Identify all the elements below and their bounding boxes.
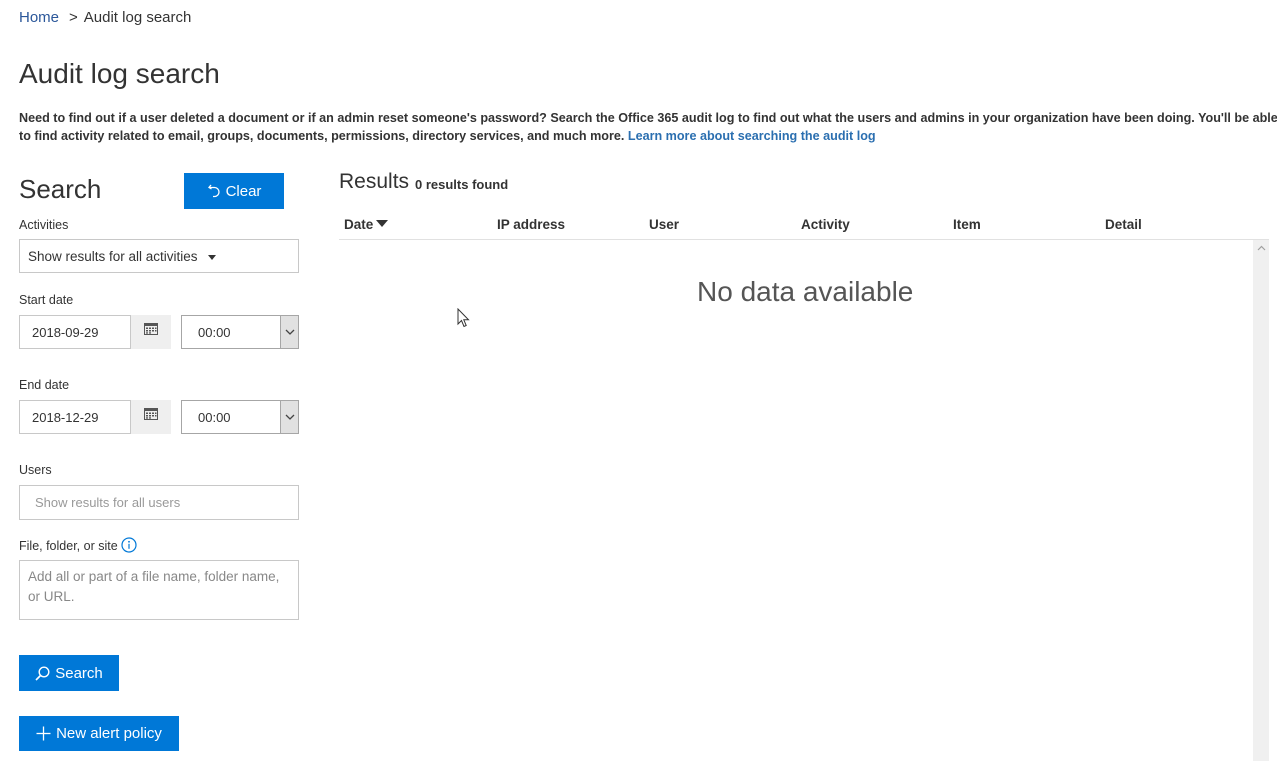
breadcrumb: Home > Audit log search [19,9,191,26]
undo-icon [207,184,220,198]
end-date-calendar-button[interactable] [131,400,171,434]
mouse-cursor-icon [457,307,470,333]
plus-icon [36,726,51,741]
column-header-date-label: Date [344,217,374,232]
end-time-select[interactable]: 00:00 [181,400,299,434]
clear-button[interactable]: Clear [184,173,284,209]
column-header-detail[interactable]: Detail [1105,217,1142,232]
search-icon [35,665,50,681]
caret-down-icon [207,254,216,260]
users-input[interactable]: Show results for all users [19,485,299,520]
start-date-label: Start date [19,293,74,307]
file-folder-site-input[interactable]: Add all or part of a file name, folder n… [19,560,299,620]
results-count: 0 results found [415,177,509,192]
activities-label: Activities [19,218,69,232]
new-alert-policy-label: New alert policy [56,725,162,742]
activities-dropdown[interactable]: Show results for all activities [19,239,299,273]
header-divider [339,239,1269,240]
clear-button-label: Clear [225,182,262,200]
end-time-value: 00:00 [198,409,231,425]
learn-more-link[interactable]: Learn more about searching the audit log [628,129,876,143]
sort-descending-icon [376,220,389,227]
search-heading: Search [19,174,102,204]
start-time-select[interactable]: 00:00 [181,315,299,349]
empty-results-message: No data available [697,276,914,307]
breadcrumb-separator: > [69,9,78,26]
end-date-input[interactable]: 2018-12-29 [19,400,131,434]
column-header-user[interactable]: User [649,217,679,232]
results-scrollbar[interactable] [1253,240,1269,761]
calendar-icon [144,408,158,420]
start-date-input[interactable]: 2018-09-29 [19,315,131,349]
search-button[interactable]: Search [19,655,119,691]
calendar-icon [144,323,158,335]
chevron-up-icon[interactable] [1253,240,1269,256]
activities-value: Show results for all activities [28,248,198,264]
column-header-item[interactable]: Item [953,217,981,232]
column-header-ip-address[interactable]: IP address [497,217,565,232]
info-icon[interactable] [121,537,137,553]
start-time-value: 00:00 [198,324,231,340]
breadcrumb-current: Audit log search [83,9,192,26]
column-header-date[interactable]: Date [344,217,389,232]
page-title: Audit log search [19,58,220,89]
breadcrumb-home-link[interactable]: Home [19,9,59,26]
new-alert-policy-button[interactable]: New alert policy [19,716,179,751]
start-date-calendar-button[interactable] [131,315,171,349]
results-heading: Results [339,170,410,193]
search-button-label: Search [55,664,103,682]
users-label: Users [19,463,52,477]
intro-text: Need to find out if a user deleted a doc… [19,109,1277,145]
file-folder-site-label: File, folder, or site [19,539,118,553]
end-date-label: End date [19,378,70,392]
chevron-down-icon [280,401,298,433]
chevron-down-icon [280,316,298,348]
column-header-activity[interactable]: Activity [801,217,850,232]
